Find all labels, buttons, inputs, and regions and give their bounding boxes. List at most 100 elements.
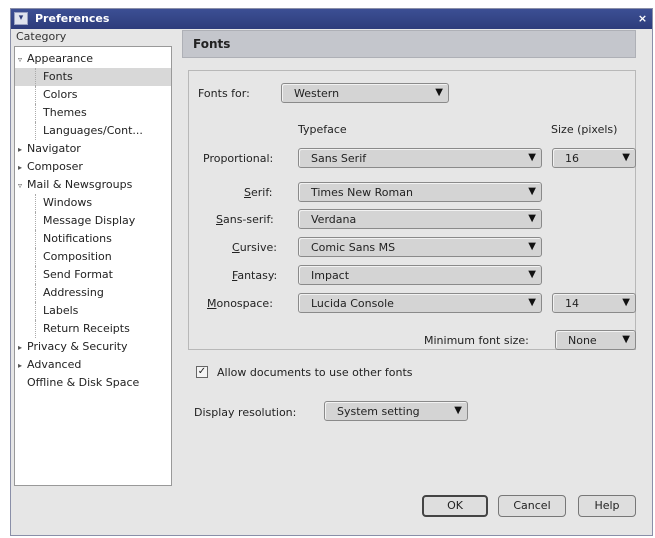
serif-select[interactable]: Times New Roman ▼ [298,182,542,202]
ok-button[interactable]: OK [422,495,488,517]
chevron-down-icon: ▼ [454,405,462,416]
window-title: Preferences [35,12,110,25]
tree-item[interactable]: ▿ Mail & Newsgroups [15,176,171,194]
tree-item-label: Composition [43,250,112,263]
chevron-down-icon: ▼ [528,213,536,224]
chevron-down-icon: ▼ [528,241,536,252]
tree-item-label: Themes [43,106,87,119]
chevron-down-icon: ▼ [528,297,536,308]
close-icon[interactable]: × [635,11,650,26]
proportional-size-value: 16 [565,152,579,165]
tree-item-label: Languages/Cont... [43,124,143,137]
cursive-value: Comic Sans MS [311,241,396,254]
tree-item[interactable]: Labels [15,302,171,320]
proportional-select[interactable]: Sans Serif ▼ [298,148,542,168]
tree-item[interactable]: Return Receipts [15,320,171,338]
tree-item[interactable]: Offline & Disk Space [15,374,171,392]
expand-arrow-icon[interactable]: ▸ [18,159,27,177]
chevron-down-icon: ▼ [622,152,630,163]
tree-item[interactable]: Composition [15,248,171,266]
tree-item-label: Message Display [43,214,136,227]
tree-item-label: Addressing [43,286,104,299]
display-resolution-select[interactable]: System setting ▼ [324,401,468,421]
allow-documents-label[interactable]: Allow documents to use other fonts [217,366,413,379]
chevron-down-icon: ▼ [622,334,630,345]
tree-item-label: Navigator [27,142,81,155]
tree-item[interactable]: Addressing [15,284,171,302]
tree-item-label: Return Receipts [43,322,130,335]
monospace-value: Lucida Console [311,297,394,310]
chevron-down-icon: ▼ [435,87,443,98]
monospace-select[interactable]: Lucida Console ▼ [298,293,542,313]
size-header: Size (pixels) [551,123,618,136]
fantasy-label: Fantasy: [232,269,278,282]
tree-item-label: Composer [27,160,83,173]
tree-item[interactable]: Message Display [15,212,171,230]
window-menu-icon[interactable]: ▾ [14,12,28,25]
display-resolution-value: System setting [337,405,420,418]
proportional-value: Sans Serif [311,152,367,165]
tree-item[interactable]: ▸ Advanced [15,356,171,374]
proportional-label: Proportional: [203,152,274,165]
tree-item-label: Advanced [27,358,82,371]
chevron-down-icon: ▼ [622,297,630,308]
tree-item[interactable]: Themes [15,104,171,122]
tree-item-label: Fonts [43,70,73,83]
tree-item-label: Colors [43,88,78,101]
expand-arrow-icon[interactable]: ▸ [18,141,27,159]
tree-item-label: Appearance [27,52,94,65]
cursive-label: Cursive: [232,241,277,254]
tree-item-label: Labels [43,304,79,317]
allow-documents-checkbox[interactable]: ✓ [196,366,208,378]
tree-item-label: Privacy & Security [27,340,128,353]
tree-item-label: Notifications [43,232,112,245]
minimum-font-size-value: None [568,334,597,347]
fonts-for-label: Fonts for: [198,87,250,100]
sans-serif-select[interactable]: Verdana ▼ [298,209,542,229]
tree-item[interactable]: Languages/Cont... [15,122,171,140]
monospace-size-value: 14 [565,297,579,310]
category-label: Category [16,30,67,43]
fantasy-select[interactable]: Impact ▼ [298,265,542,285]
sans-serif-value: Verdana [311,213,357,226]
minimum-font-size-select[interactable]: None ▼ [555,330,636,350]
help-button[interactable]: Help [578,495,636,517]
tree-item[interactable]: Send Format [15,266,171,284]
fantasy-value: Impact [311,269,350,282]
proportional-size-select[interactable]: 16 ▼ [552,148,636,168]
expand-arrow-icon[interactable]: ▸ [18,339,27,357]
monospace-label: Monospace: [207,297,273,310]
tree-item[interactable]: Windows [15,194,171,212]
cursive-select[interactable]: Comic Sans MS ▼ [298,237,542,257]
tree-item[interactable]: Notifications [15,230,171,248]
serif-label: Serif: [244,186,273,199]
fonts-for-select[interactable]: Western ▼ [281,83,449,103]
panel-title: Fonts [193,37,231,51]
tree-item[interactable]: ▸ Navigator [15,140,171,158]
tree-item-label: Windows [43,196,93,209]
collapse-arrow-icon[interactable]: ▿ [18,177,27,195]
tree-item-label: Mail & Newsgroups [27,178,133,191]
title-bar[interactable]: ▾ Preferences × [11,9,652,29]
tree-item[interactable]: Colors [15,86,171,104]
sans-serif-label: Sans-serif: [216,213,274,226]
cancel-button[interactable]: Cancel [498,495,566,517]
display-resolution-label: Display resolution: [194,406,297,419]
panel-header: Fonts [182,30,636,58]
chevron-down-icon: ▼ [528,186,536,197]
chevron-down-icon: ▼ [528,269,536,280]
tree-item-label: Offline & Disk Space [27,376,140,389]
typeface-header: Typeface [298,123,347,136]
tree-item[interactable]: ▸ Privacy & Security [15,338,171,356]
expand-arrow-icon[interactable]: ▸ [18,357,27,375]
tree-item-label: Send Format [43,268,113,281]
chevron-down-icon: ▼ [528,152,536,163]
minimum-font-size-label: Minimum font size: [424,334,529,347]
tree-item[interactable]: Fonts [15,68,171,86]
fonts-for-value: Western [294,87,340,100]
collapse-arrow-icon[interactable]: ▿ [18,51,27,69]
category-tree[interactable]: ▿ Appearance Fonts Colors Themes Languages/Co… [14,46,172,486]
monospace-size-select[interactable]: 14 ▼ [552,293,636,313]
tree-item[interactable]: ▿ Appearance [15,50,171,68]
tree-item[interactable]: ▸ Composer [15,158,171,176]
